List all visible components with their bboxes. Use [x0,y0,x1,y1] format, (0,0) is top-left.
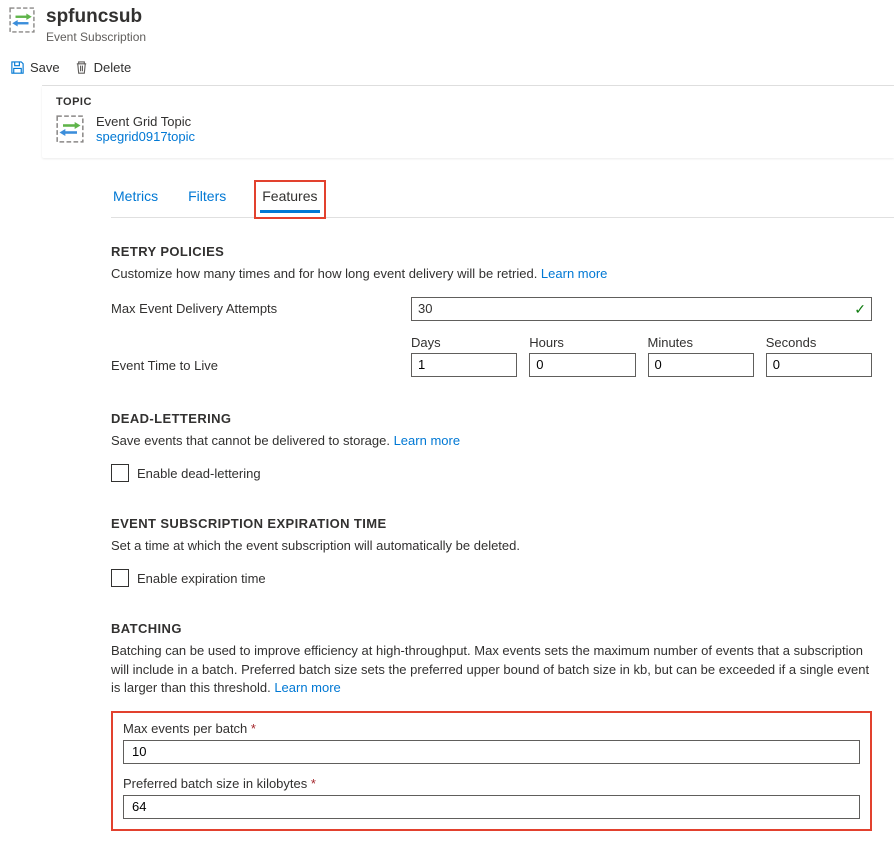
save-icon [10,60,25,75]
ttl-hours-input[interactable] [529,353,635,377]
command-bar: Save Delete [0,46,894,85]
section-expiration: EVENT SUBSCRIPTION EXPIRATION TIME Set a… [111,516,872,587]
max-attempts-input[interactable] [411,297,872,321]
tab-features-highlight: Features [254,180,325,219]
max-events-label: Max events per batch [123,721,251,736]
retry-learn-more-link[interactable]: Learn more [541,266,607,281]
enable-expiration-label: Enable expiration time [137,571,266,586]
enable-expiration-row[interactable]: Enable expiration time [111,569,872,587]
deadletter-title: DEAD-LETTERING [111,411,872,426]
event-subscription-icon [8,6,36,34]
section-dead-lettering: DEAD-LETTERING Save events that cannot b… [111,411,872,482]
batching-desc: Batching can be used to improve efficien… [111,643,869,694]
enable-dead-lettering-checkbox[interactable] [111,464,129,482]
tab-strip: Metrics Filters Features [111,180,894,218]
enable-expiration-checkbox[interactable] [111,569,129,587]
section-retry-policies: RETRY POLICIES Customize how many times … [111,244,872,377]
retry-title: RETRY POLICIES [111,244,872,259]
ttl-days-input[interactable] [411,353,517,377]
section-batching: BATCHING Batching can be used to improve… [111,621,872,831]
batching-highlight-box: Max events per batch * Preferred batch s… [111,711,872,831]
required-asterisk: * [311,776,316,791]
max-attempts-label: Max Event Delivery Attempts [111,301,411,316]
tab-metrics[interactable]: Metrics [111,180,160,217]
delete-button[interactable]: Delete [74,60,132,75]
page-title: spfuncsub [46,6,146,29]
page-subtitle: Event Subscription [46,30,146,44]
save-button[interactable]: Save [10,60,60,75]
batch-size-label: Preferred batch size in kilobytes [123,776,311,791]
expiration-desc: Set a time at which the event subscripti… [111,537,872,555]
expiration-title: EVENT SUBSCRIPTION EXPIRATION TIME [111,516,872,531]
event-grid-topic-icon [56,115,84,143]
delete-icon [74,60,89,75]
retry-desc: Customize how many times and for how lon… [111,266,541,281]
ttl-label: Event Time to Live [111,358,411,377]
deadletter-desc: Save events that cannot be delivered to … [111,433,394,448]
topic-card: TOPIC Event Grid Topic spegrid0917topic [42,86,894,158]
ttl-days-label: Days [411,335,517,350]
topic-type-name: Event Grid Topic [96,114,195,129]
ttl-minutes-input[interactable] [648,353,754,377]
ttl-minutes-label: Minutes [648,335,754,350]
enable-dead-lettering-row[interactable]: Enable dead-lettering [111,464,872,482]
batching-title: BATCHING [111,621,872,636]
batch-size-input[interactable] [123,795,860,819]
tab-features[interactable]: Features [260,186,319,213]
batching-learn-more-link[interactable]: Learn more [274,680,340,695]
delete-label: Delete [94,60,132,75]
page-header: spfuncsub Event Subscription [0,0,894,46]
check-icon: ✓ [854,301,866,318]
ttl-hours-label: Hours [529,335,635,350]
required-asterisk: * [251,721,256,736]
topic-link[interactable]: spegrid0917topic [96,129,195,144]
ttl-seconds-label: Seconds [766,335,872,350]
save-label: Save [30,60,60,75]
ttl-seconds-input[interactable] [766,353,872,377]
max-events-input[interactable] [123,740,860,764]
topic-section-label: TOPIC [56,96,880,108]
tab-filters[interactable]: Filters [186,180,228,217]
deadletter-learn-more-link[interactable]: Learn more [394,433,460,448]
enable-dead-lettering-label: Enable dead-lettering [137,466,261,481]
